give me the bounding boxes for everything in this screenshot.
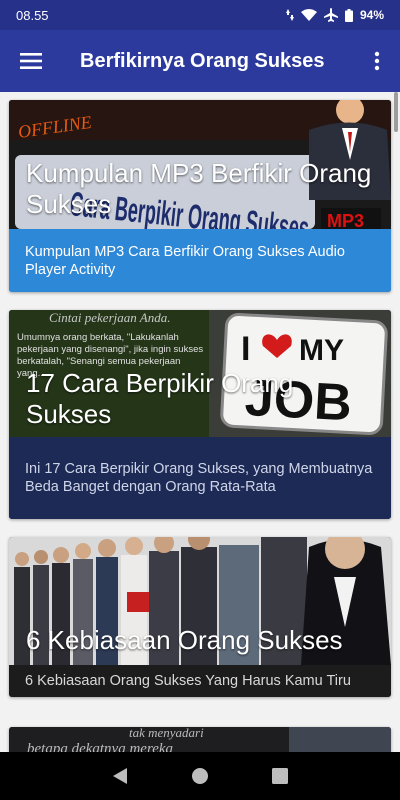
card-image: OFFLINE Cara Berpikir Orang Sukses MP3 K…: [9, 100, 391, 229]
status-bar: 08.55 94%: [0, 0, 400, 30]
recents-button[interactable]: [260, 756, 300, 796]
app-bar: Berfikirnya Orang Sukses: [0, 30, 400, 92]
card-title: Kumpulan MP3 Berfikir Orang Sukses: [26, 158, 372, 219]
card-title: 6 Kebiasaan Orang Sukses: [26, 625, 343, 655]
card-caption: Kumpulan MP3 Cara Berfikir Orang Sukses …: [25, 243, 345, 278]
article-list[interactable]: OFFLINE Cara Berpikir Orang Sukses MP3 K…: [0, 92, 400, 752]
scrollbar-thumb[interactable]: [394, 92, 398, 132]
more-options-button[interactable]: [354, 30, 400, 92]
job-text-i: I: [241, 330, 250, 368]
data-arrows-icon: [285, 9, 294, 21]
job-text-my: MY: [299, 334, 344, 367]
card-title: 17 Cara Berpikir Orang Sukses: [26, 368, 294, 429]
back-button[interactable]: [100, 756, 140, 796]
list-item[interactable]: 6 Kebiasaan Orang Sukses 6 Kebiasaan Ora…: [9, 537, 391, 697]
battery-icon: [344, 8, 353, 22]
list-item[interactable]: tak menyadari betapa dekatnya mereka: [9, 727, 391, 752]
art-heading-text: Cintai pekerjaan Anda.: [49, 310, 170, 325]
card-image: 6 Kebiasaan Orang Sukses: [9, 537, 391, 665]
home-circle-icon: [192, 768, 208, 784]
card-image: tak menyadari betapa dekatnya mereka: [9, 727, 391, 752]
card-caption-bar: 6 Kebiasaan Orang Sukses Yang Harus Kamu…: [9, 665, 391, 697]
card-image-art: tak menyadari betapa dekatnya mereka: [9, 727, 391, 752]
card-caption: 6 Kebiasaan Orang Sukses Yang Harus Kamu…: [25, 673, 351, 689]
recents-square-icon: [272, 768, 288, 784]
home-button[interactable]: [180, 756, 220, 796]
art-text-1: tak menyadari: [129, 727, 204, 740]
card-caption: Ini 17 Cara Berpikir Orang Sukses, yang …: [25, 461, 373, 495]
wifi-icon: [300, 9, 317, 21]
system-navigation-bar: [0, 752, 400, 800]
hamburger-icon: [20, 53, 42, 69]
list-item[interactable]: OFFLINE Cara Berpikir Orang Sukses MP3 K…: [9, 100, 391, 292]
card-caption-bar: Kumpulan MP3 Cara Berfikir Orang Sukses …: [9, 229, 391, 292]
art-text-2: betapa dekatnya mereka: [27, 741, 173, 752]
more-vert-icon: [374, 51, 380, 71]
menu-button[interactable]: [0, 30, 62, 92]
list-item[interactable]: Cintai pekerjaan Anda. Umumnya orang ber…: [9, 310, 391, 519]
card-image: Cintai pekerjaan Anda. Umumnya orang ber…: [9, 310, 391, 437]
airplane-icon: [323, 8, 338, 22]
status-time: 08.55: [16, 7, 49, 23]
battery-percent: 94%: [359, 8, 384, 22]
back-triangle-icon: [113, 768, 127, 784]
system-icons: 94%: [285, 8, 384, 22]
card-caption-bar: Ini 17 Cara Berpikir Orang Sukses, yang …: [9, 437, 391, 519]
page-title: Berfikirnya Orang Sukses: [80, 49, 325, 72]
